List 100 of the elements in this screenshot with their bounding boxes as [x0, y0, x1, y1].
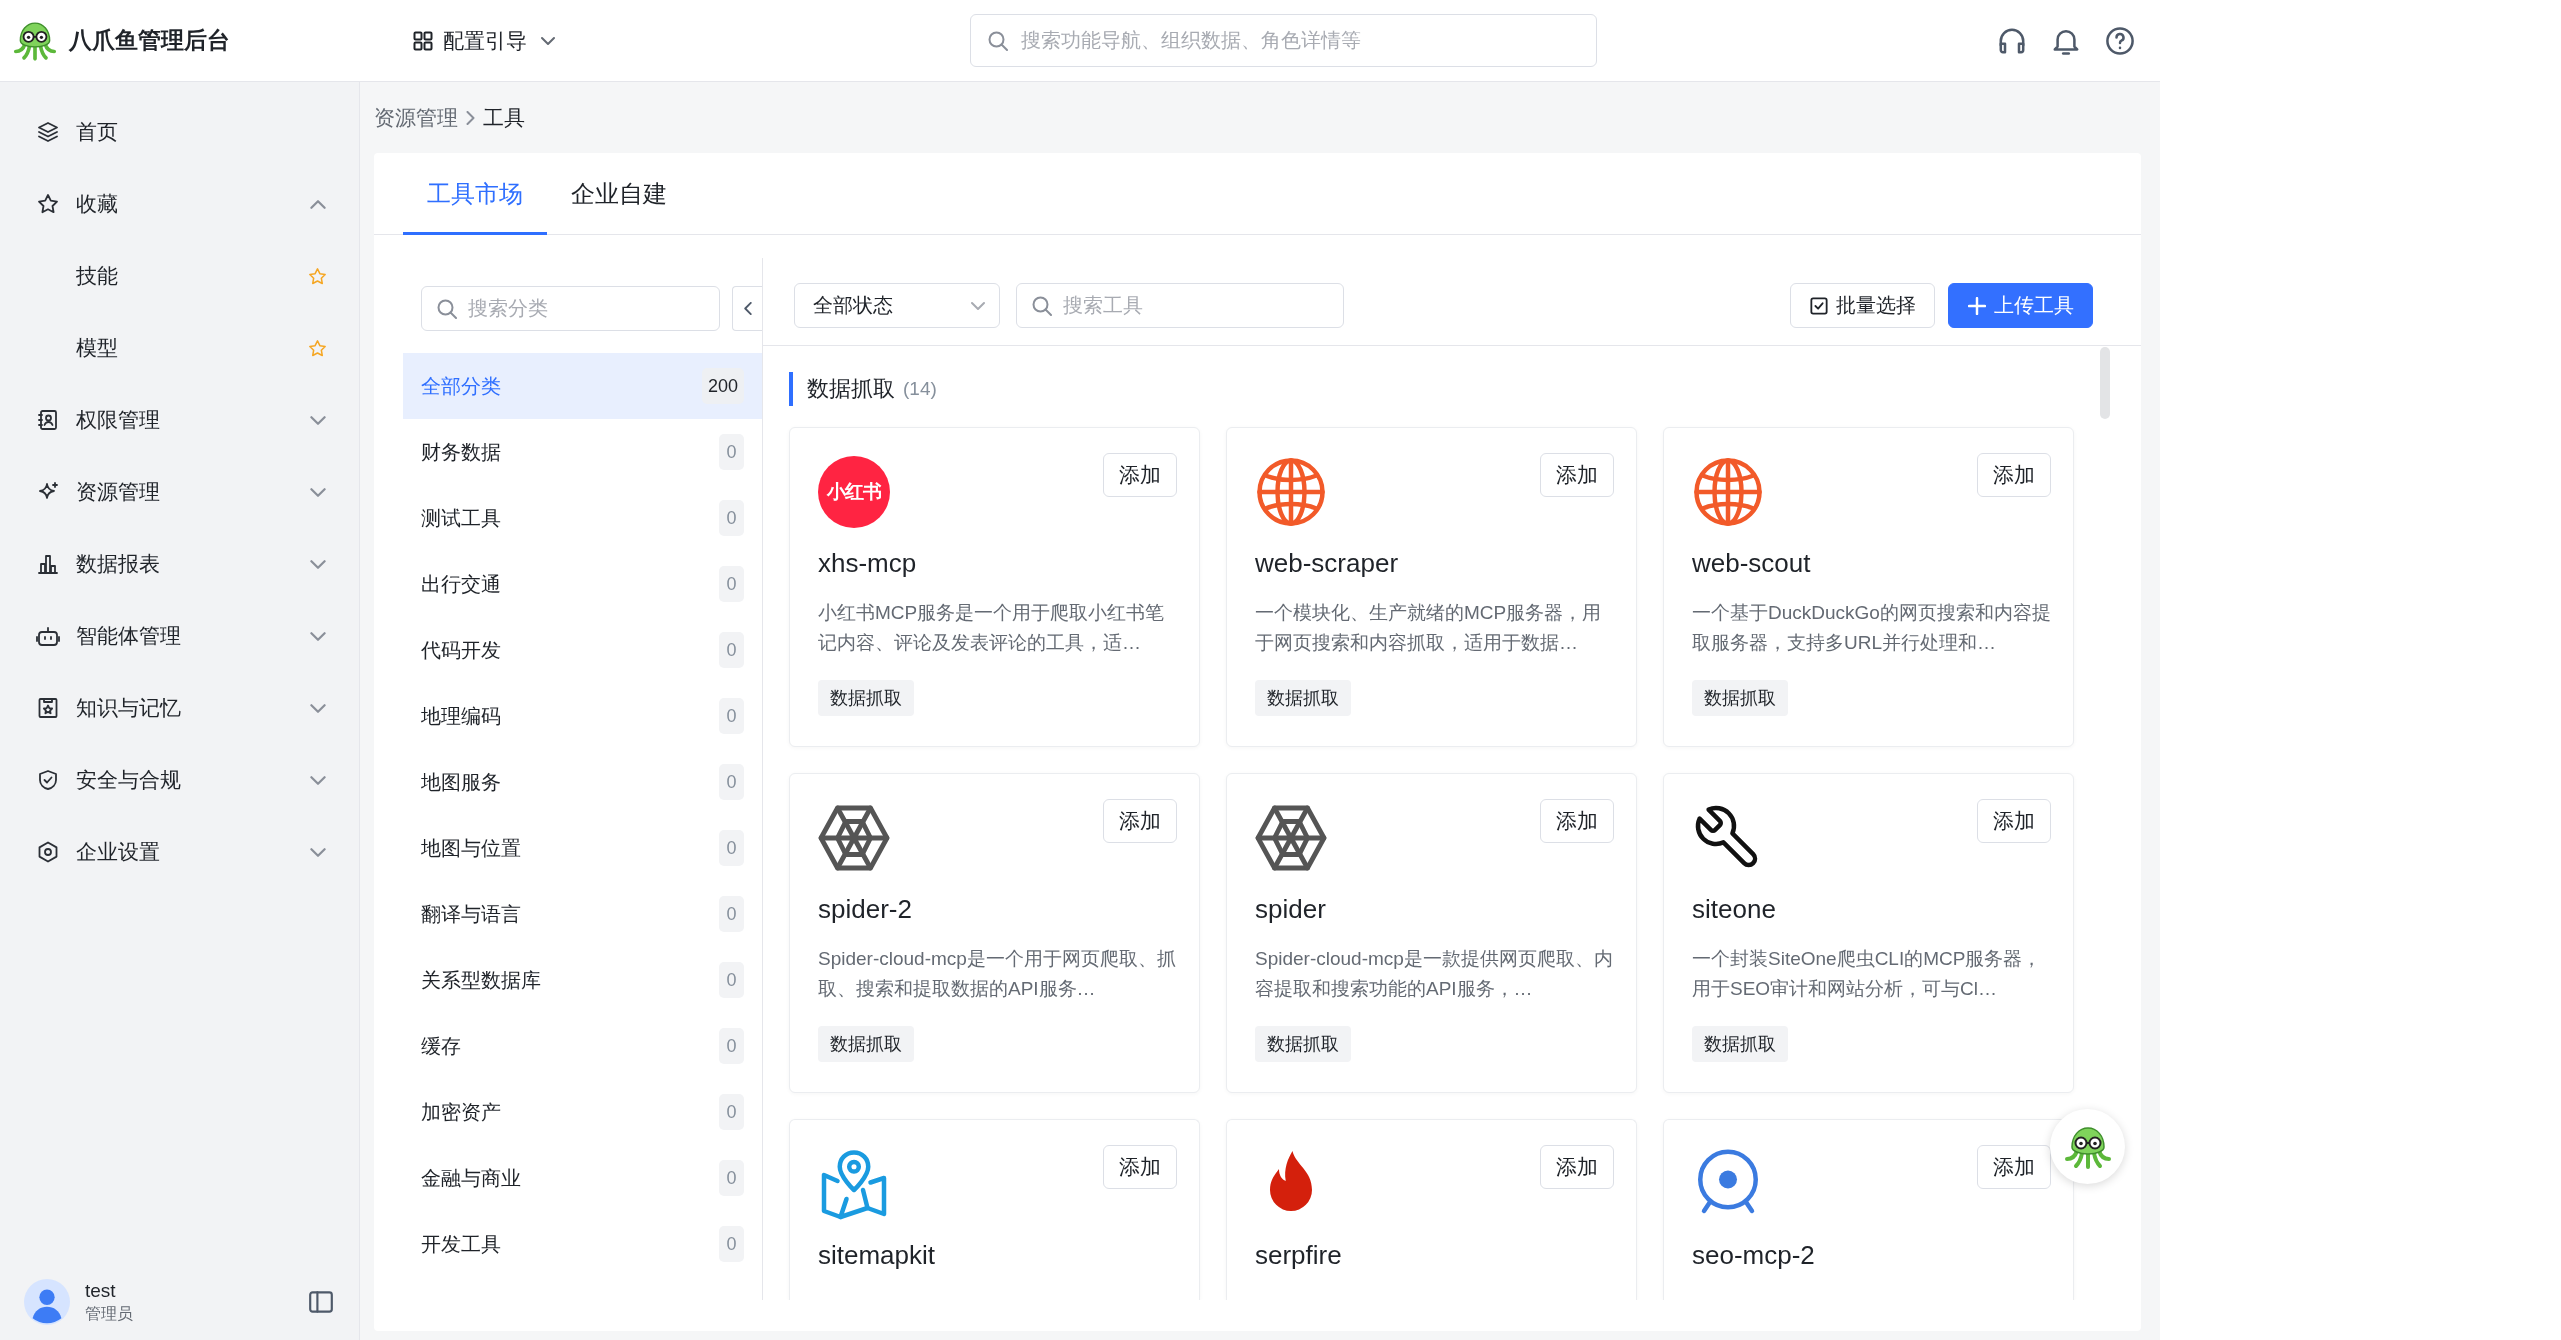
chevron-down-icon [541, 35, 555, 46]
category-tag: 数据抓取 [818, 1026, 914, 1062]
add-button[interactable]: 添加 [1977, 453, 2051, 497]
tool-card[interactable]: 添加 spider Spider-cloud-mcp是一款提供网页爬取、内容提取和搜索功能的API服务，… 数据抓取 [1226, 773, 1637, 1093]
tool-card[interactable]: 添加 web-scraper 一个模块化、生产就绪的MCP服务器，用于网页搜索和内容抓取，适用于数据… 数据抓取 [1226, 427, 1637, 747]
category-count: 0 [719, 962, 744, 998]
contact-card-icon [36, 409, 60, 431]
category-item[interactable]: 加密资产 0 [403, 1079, 762, 1145]
category-item[interactable]: 地理编码 0 [403, 683, 762, 749]
tab[interactable]: 工具市场 [403, 153, 547, 235]
layers-icon [36, 121, 60, 143]
category-item[interactable]: 出行交通 0 [403, 551, 762, 617]
tool-description: 一个封装SiteOne爬虫CLI的MCP服务器，用于SEO审计和网站分析，可与Cl… [1692, 947, 2043, 1001]
add-button[interactable]: 添加 [1103, 453, 1177, 497]
nav-item[interactable]: 权限管理 [0, 384, 359, 456]
shield-check-icon [36, 769, 60, 791]
robot-icon [36, 625, 60, 647]
nav-item[interactable]: 资源管理 [0, 456, 359, 528]
nav-item[interactable]: 收藏 [0, 168, 359, 240]
tool-name: sitemapkit [818, 1239, 937, 1272]
add-button[interactable]: 添加 [1103, 799, 1177, 843]
category-tag: 数据抓取 [818, 680, 914, 716]
chevron-down-icon [971, 300, 985, 311]
tool-card[interactable]: 小红书 添加 xhs-mcp 小红书MCP服务是一个用于爬取小红书笔记内容、评论及发表评论的工具，适… 数据抓取 [789, 427, 1200, 747]
guide-menu-button[interactable]: 配置引导 [413, 26, 555, 55]
tool-description: 一个模块化、生产就绪的MCP服务器，用于网页搜索和内容抓取，适用于数据… [1255, 601, 1603, 655]
category-item[interactable]: 关系型数据库 0 [403, 947, 762, 1013]
nav-subitem[interactable]: 模型 [0, 312, 359, 384]
octopus-logo-icon [13, 20, 57, 61]
category-count: 0 [719, 830, 744, 866]
add-button[interactable]: 添加 [1540, 453, 1614, 497]
nav-item[interactable]: 首页 [0, 96, 359, 168]
sidebar-toggle-icon[interactable] [309, 1291, 333, 1313]
add-button[interactable]: 添加 [1977, 1145, 2051, 1189]
star-icon [36, 193, 60, 215]
tool-card[interactable]: 添加 siteone 一个封装SiteOne爬虫CLI的MCP服务器，用于SEO审计和网站分析，可与Cl… 数据抓取 [1663, 773, 2074, 1093]
batch-select-button[interactable]: 批量选择 [1790, 283, 1935, 328]
category-item[interactable]: 缓存 0 [403, 1013, 762, 1079]
accent-bar [789, 372, 793, 406]
breadcrumb-link[interactable]: 资源管理 [374, 103, 458, 132]
nav-item[interactable]: 数据报表 [0, 528, 359, 600]
scrollbar-thumb[interactable] [2100, 347, 2110, 419]
status-dropdown[interactable]: 全部状态 [794, 283, 1000, 328]
category-item[interactable]: 代码开发 0 [403, 617, 762, 683]
tool-card[interactable]: 添加 web-scout 一个基于DuckDuckGo的网页搜索和内容提取服务器，支持多URL并行处理和… 数据抓取 [1663, 427, 2074, 747]
tool-name: web-scraper [1255, 547, 1400, 580]
star-icon [309, 267, 326, 285]
section-count: (14) [903, 378, 937, 400]
tool-name: web-scout [1692, 547, 1812, 580]
tool-name: siteone [1692, 893, 1777, 926]
help-icon[interactable] [2106, 26, 2134, 55]
breadcrumb-current: 工具 [483, 104, 525, 131]
app-title: 八爪鱼管理后台 [69, 26, 230, 55]
category-count: 0 [719, 896, 744, 932]
category-item[interactable]: 开发工具 0 [403, 1211, 762, 1277]
category-count: 0 [719, 632, 744, 668]
search-field[interactable]: 搜索功能导航、组织数据、角色详情等 [970, 14, 1597, 67]
category-count: 0 [719, 1226, 744, 1262]
category-count: 200 [701, 368, 744, 404]
tool-card[interactable]: 添加 seo-mcp-2 [1663, 1119, 2074, 1300]
star-icon [309, 339, 326, 357]
category-item[interactable]: 财务数据 0 [403, 419, 762, 485]
add-button[interactable]: 添加 [1977, 799, 2051, 843]
category-count: 0 [719, 698, 744, 734]
category-count: 0 [719, 566, 744, 602]
chevron-left-icon [743, 302, 752, 315]
tool-search-field[interactable]: 搜索工具 [1016, 283, 1344, 328]
category-count: 0 [719, 764, 744, 800]
category-item[interactable]: 地图与位置 0 [403, 815, 762, 881]
nav-item[interactable]: 智能体管理 [0, 600, 359, 672]
category-tag: 数据抓取 [1255, 680, 1351, 716]
tool-name: spider [1255, 893, 1327, 926]
category-item[interactable]: 测试工具 0 [403, 485, 762, 551]
add-button[interactable]: 添加 [1540, 1145, 1614, 1189]
add-button[interactable]: 添加 [1540, 799, 1614, 843]
category-tag: 数据抓取 [1255, 1026, 1351, 1062]
add-button[interactable]: 添加 [1103, 1145, 1177, 1189]
category-count: 0 [719, 500, 744, 536]
category-search-field[interactable]: 搜索分类 [421, 286, 720, 331]
nav-item[interactable]: 知识与记忆 [0, 672, 359, 744]
category-item[interactable]: 全部分类 200 [403, 353, 762, 419]
tool-card[interactable]: 添加 serpfire [1226, 1119, 1637, 1300]
upload-button[interactable]: 上传工具 [1948, 283, 2093, 328]
nav-item[interactable]: 安全与合规 [0, 744, 359, 816]
tool-card[interactable]: 添加 spider-2 Spider-cloud-mcp是一个用于网页爬取、抓取、搜索和提取数据的API服务… 数据抓取 [789, 773, 1200, 1093]
headset-icon[interactable] [1998, 26, 2026, 55]
chevron-right-icon [466, 110, 475, 125]
category-item[interactable]: 翻译与语言 0 [403, 881, 762, 947]
checkbox-icon [1809, 296, 1828, 315]
nav-item[interactable]: 企业设置 [0, 816, 359, 888]
category-item[interactable]: 地图服务 0 [403, 749, 762, 815]
tab[interactable]: 企业自建 [547, 153, 691, 235]
grid-icon [413, 30, 433, 51]
user-name: test [85, 1279, 117, 1302]
collapse-button[interactable] [732, 286, 762, 331]
nav-subitem[interactable]: 技能 [0, 240, 359, 312]
tool-name: spider-2 [818, 893, 913, 926]
category-tag: 数据抓取 [1692, 1026, 1788, 1062]
category-item[interactable]: 金融与商业 0 [403, 1145, 762, 1211]
tool-card[interactable]: 添加 sitemapkit [789, 1119, 1200, 1300]
